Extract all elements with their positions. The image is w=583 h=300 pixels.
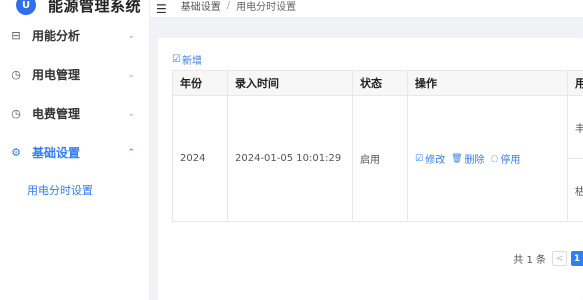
chevron-down-icon: ⌄ <box>127 69 135 80</box>
add-button[interactable]: ☑ 新增 <box>172 52 202 67</box>
trash-icon: 🗑 <box>451 153 463 164</box>
cell-actions: ☑ 修改 🗑 删除 ◌ 停用 <box>407 95 568 222</box>
pagination-total: 共 1 条 <box>513 255 546 266</box>
column-header-created: 录入时间 <box>227 70 353 96</box>
add-button-label: 新增 <box>181 56 202 67</box>
pagination: 共 1 条 < 1 <box>513 251 583 266</box>
sidebar-item-label: 用电管理 <box>32 68 81 82</box>
submenu: 用电分时设置 <box>0 172 149 208</box>
sidebar-item-fee-management[interactable]: ◷ 电费管理 ⌄ <box>0 94 149 133</box>
sidebar: U 能源管理系统 ⊟ 用能分析 ⌄ ◷ 用电管理 ⌄ ◷ 电费管理 ⌄ ⚙ 基础… <box>0 0 150 300</box>
table-header-row: 年份 录入时间 状态 操作 用电 <box>172 70 583 96</box>
column-header-status: 状态 <box>352 70 408 96</box>
column-header-year: 年份 <box>172 70 228 96</box>
cell-period: 枯水 <box>567 158 583 222</box>
top-bar: ☰ 基础设置 / 用电分时设置 <box>150 0 583 18</box>
sidebar-item-label: 电费管理 <box>32 107 81 121</box>
chevron-down-icon: ⌄ <box>127 30 135 41</box>
breadcrumb-current: 用电分时设置 <box>236 2 297 13</box>
sidebar-menu: ⊟ 用能分析 ⌄ ◷ 用电管理 ⌄ ◷ 电费管理 ⌄ ⚙ 基础设置 ⌃ 用电分时… <box>0 16 149 208</box>
gauge-icon: ◷ <box>11 107 21 120</box>
app-logo: U 能源管理系统 <box>0 0 149 16</box>
sidebar-item-label: 基础设置 <box>32 146 81 160</box>
edit-label: 修改 <box>425 155 446 166</box>
cell-period: 丰水 <box>567 95 583 159</box>
cell-year: 2024 <box>172 95 228 222</box>
edit-icon: ☑ <box>172 54 181 65</box>
cell-status: 启用 <box>352 95 408 222</box>
menu-fold-icon[interactable]: ☰ <box>156 2 167 16</box>
sidebar-item-basic-settings[interactable]: ⚙ 基础设置 ⌃ <box>0 133 149 172</box>
data-table: 年份 录入时间 状态 操作 用电 2024 2024-01-05 10:01:2… <box>172 70 583 222</box>
delete-button[interactable]: 🗑 删除 <box>451 151 485 167</box>
app-title: 能源管理系统 <box>48 0 142 15</box>
sidebar-subitem-tou-settings[interactable]: 用电分时设置 <box>0 172 149 208</box>
disable-button[interactable]: ◌ 停用 <box>490 151 521 167</box>
power-icon: ◌ <box>490 153 499 164</box>
sidebar-item-energy-analysis[interactable]: ⊟ 用能分析 ⌄ <box>0 16 149 55</box>
chevron-down-icon: ⌄ <box>127 108 135 119</box>
prev-page-button[interactable]: < <box>552 251 567 266</box>
breadcrumb-item[interactable]: 基础设置 <box>181 0 221 13</box>
breadcrumb-separator: / <box>226 0 231 11</box>
page-number-button[interactable]: 1 <box>571 251 583 266</box>
content-panel: ☑ 新增 年份 录入时间 状态 操作 用电 2024 2024-01-05 10… <box>158 38 583 300</box>
logo-icon: U <box>16 0 36 15</box>
edit-icon: ☑ <box>415 153 424 164</box>
table-row: 2024 2024-01-05 10:01:29 启用 ☑ 修改 🗑 删除 ◌ … <box>172 95 583 222</box>
delete-label: 删除 <box>464 155 485 166</box>
gear-icon: ⚙ <box>11 146 21 159</box>
breadcrumb: 基础设置 / 用电分时设置 <box>181 0 296 13</box>
gauge-icon: ◷ <box>11 68 21 81</box>
edit-button[interactable]: ☑ 修改 <box>415 151 446 167</box>
cell-created: 2024-01-05 10:01:29 <box>227 95 353 222</box>
disable-label: 停用 <box>500 155 521 166</box>
monitor-icon: ⊟ <box>11 29 21 42</box>
column-header-power: 用电 <box>567 70 583 96</box>
chevron-up-icon: ⌃ <box>127 147 135 158</box>
sidebar-item-label: 用能分析 <box>32 29 81 43</box>
column-header-actions: 操作 <box>407 70 568 96</box>
sidebar-item-power-management[interactable]: ◷ 用电管理 ⌄ <box>0 55 149 94</box>
